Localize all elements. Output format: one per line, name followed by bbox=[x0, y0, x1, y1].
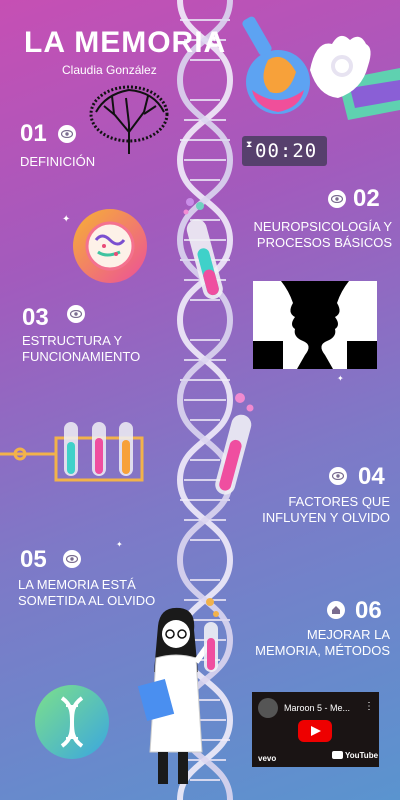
section-02-number: 02 bbox=[353, 185, 380, 212]
flask-hand-illustration bbox=[242, 16, 400, 120]
section-06-label-line2: MEMORIA, MÉTODOS bbox=[255, 643, 390, 658]
section-01-number: 01 bbox=[20, 120, 47, 147]
test-tube-illustration bbox=[183, 198, 223, 300]
test-tube-rack-illustration bbox=[0, 422, 144, 482]
section-02-label-line1: NEUROPSICOLOGÍA Y bbox=[253, 219, 392, 234]
youtube-logo[interactable]: YouTube bbox=[332, 751, 378, 760]
timer-value: 00:20 bbox=[255, 140, 318, 162]
youtube-video-embed[interactable]: Maroon 5 - Me... ⋮ vevo YouTube bbox=[252, 692, 379, 767]
section-06-label-line1: MEJORAR LA bbox=[306, 627, 390, 642]
eye-icon[interactable] bbox=[328, 190, 346, 208]
section-01-label[interactable]: DEFINICIÓN bbox=[20, 154, 95, 170]
section-05-number: 05 bbox=[20, 546, 47, 573]
sparkle-icon: ✦ bbox=[210, 34, 219, 45]
author-name: Claudia González bbox=[62, 63, 157, 77]
eye-icon[interactable] bbox=[67, 305, 85, 323]
section-04-number: 04 bbox=[358, 463, 385, 490]
sparkle-icon: ✦ bbox=[62, 214, 71, 225]
eye-icon[interactable] bbox=[63, 550, 81, 568]
page-title: LA MEMORIA bbox=[24, 26, 227, 59]
section-04-label[interactable]: FACTORES QUE INFLUYEN Y OLVIDO bbox=[240, 494, 390, 526]
microbe-circle-illustration bbox=[73, 209, 147, 283]
hourglass-icon: ⧗ bbox=[246, 139, 253, 149]
brain-tree-illustration bbox=[89, 85, 169, 154]
eye-icon[interactable] bbox=[58, 125, 76, 143]
section-05-label-line1: LA MEMORIA ESTÁ bbox=[18, 577, 136, 592]
test-tube-illustration bbox=[215, 393, 254, 495]
play-icon[interactable] bbox=[298, 720, 332, 742]
section-06-number: 06 bbox=[355, 597, 382, 624]
section-03-label-line2: FUNCIONAMIENTO bbox=[22, 349, 141, 364]
section-04-label-line2: INFLUYEN Y OLVIDO bbox=[262, 510, 390, 525]
youtube-icon bbox=[332, 751, 343, 759]
section-03-number: 03 bbox=[22, 304, 49, 331]
infographic-canvas: LA MEMORIA Claudia González 01 DEFINICIÓ… bbox=[0, 0, 400, 800]
section-02-label[interactable]: NEUROPSICOLOGÍA Y PROCESOS BÁSICOS bbox=[238, 219, 392, 251]
section-03-label-line1: ESTRUCTURA Y bbox=[22, 333, 123, 348]
video-title: Maroon 5 - Me... bbox=[284, 703, 351, 713]
section-04-label-line1: FACTORES QUE bbox=[288, 494, 390, 509]
faces-vase-illusion-image bbox=[253, 281, 377, 369]
eye-icon[interactable] bbox=[329, 467, 347, 485]
home-icon[interactable] bbox=[327, 601, 345, 619]
timer-display: ⧗ 00:20 bbox=[242, 136, 327, 166]
sparkle-icon: ✦ bbox=[337, 374, 344, 383]
vevo-logo: vevo bbox=[258, 754, 277, 763]
section-02-label-line2: PROCESOS BÁSICOS bbox=[256, 235, 392, 250]
dna-badge-illustration bbox=[35, 685, 109, 759]
more-options-icon[interactable]: ⋮ bbox=[364, 701, 374, 712]
section-06-label[interactable]: MEJORAR LA MEMORIA, MÉTODOS bbox=[240, 627, 390, 659]
section-03-label[interactable]: ESTRUCTURA Y FUNCIONAMIENTO bbox=[22, 333, 140, 365]
sparkle-icon: ✦ bbox=[116, 540, 123, 549]
scientist-illustration bbox=[137, 598, 219, 784]
channel-avatar bbox=[258, 698, 278, 718]
